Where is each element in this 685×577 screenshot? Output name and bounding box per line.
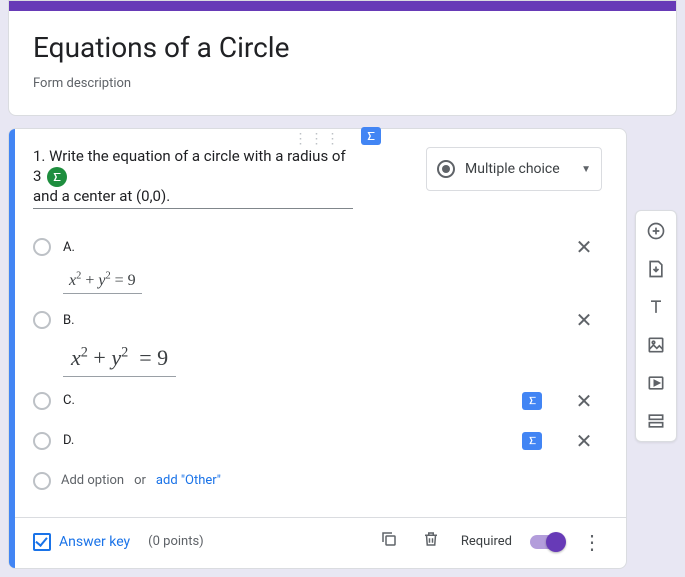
radio-icon	[33, 311, 51, 329]
question-prompt-line1: 1. Write the equation of a circle with a…	[33, 147, 346, 185]
radio-icon	[33, 432, 51, 450]
option-label[interactable]: D.	[63, 433, 74, 448]
side-toolbar	[635, 210, 677, 442]
add-title-button[interactable]	[642, 293, 670, 321]
required-label: Required	[461, 534, 512, 549]
radio-icon	[33, 392, 51, 410]
equation-badge-icon[interactable]	[522, 392, 542, 410]
more-options-button[interactable]: ⋮	[582, 530, 602, 554]
question-type-label: Multiple choice	[465, 161, 571, 177]
radio-icon	[437, 160, 455, 178]
add-other-button[interactable]: add "Other"	[156, 473, 221, 488]
option-row: D. ✕	[33, 421, 602, 461]
remove-option-button[interactable]: ✕	[566, 308, 602, 332]
add-question-button[interactable]	[642, 217, 670, 245]
chevron-down-icon: ▼	[581, 164, 591, 175]
question-type-select[interactable]: Multiple choice ▼	[426, 147, 602, 191]
question-card: ⋮⋮⋮ 1. Write the equation of a circle wi…	[8, 128, 627, 569]
radio-icon	[33, 472, 51, 490]
add-video-button[interactable]	[642, 369, 670, 397]
form-description[interactable]: Form description	[33, 76, 652, 91]
option-label[interactable]: C.	[63, 393, 75, 408]
remove-option-button[interactable]: ✕	[566, 429, 602, 453]
option-row: B. ✕	[33, 300, 602, 340]
option-equation[interactable]: x2 + y2 = 9	[33, 340, 602, 380]
add-image-button[interactable]	[642, 331, 670, 359]
remove-option-button[interactable]: ✕	[566, 389, 602, 413]
option-equation[interactable]: x2 + y2 = 9	[33, 267, 602, 300]
import-questions-button[interactable]	[642, 255, 670, 283]
form-title[interactable]: Equations of a Circle	[33, 31, 652, 64]
option-label[interactable]: A.	[63, 240, 75, 255]
required-toggle[interactable]	[530, 535, 564, 549]
add-option-row: Add option or add "Other"	[33, 461, 602, 501]
equation-badge-icon[interactable]	[361, 127, 381, 145]
option-row: C. ✕	[33, 381, 602, 421]
delete-button[interactable]	[419, 530, 443, 553]
add-option-button[interactable]: Add option	[61, 473, 124, 488]
question-equation-chip-icon[interactable]	[47, 167, 67, 187]
question-footer: Answer key (0 points) Required ⋮	[9, 517, 626, 568]
header-accent-bar	[9, 1, 676, 11]
remove-option-button[interactable]: ✕	[566, 235, 602, 259]
form-header-card: Equations of a Circle Form description	[8, 0, 677, 116]
question-text-input[interactable]: 1. Write the equation of a circle with a…	[33, 147, 353, 209]
option-label[interactable]: B.	[63, 313, 75, 328]
radio-icon	[33, 238, 51, 256]
answer-key-label: Answer key	[59, 534, 130, 550]
equation-badge-icon[interactable]	[522, 432, 542, 450]
points-label: (0 points)	[148, 534, 204, 549]
drag-handle-icon[interactable]: ⋮⋮⋮	[9, 129, 626, 147]
option-row: A. ✕	[33, 227, 602, 267]
duplicate-button[interactable]	[377, 530, 401, 553]
question-prompt-line2: and a center at (0,0).	[33, 187, 170, 205]
add-section-button[interactable]	[642, 407, 670, 435]
add-option-or: or	[134, 473, 146, 488]
